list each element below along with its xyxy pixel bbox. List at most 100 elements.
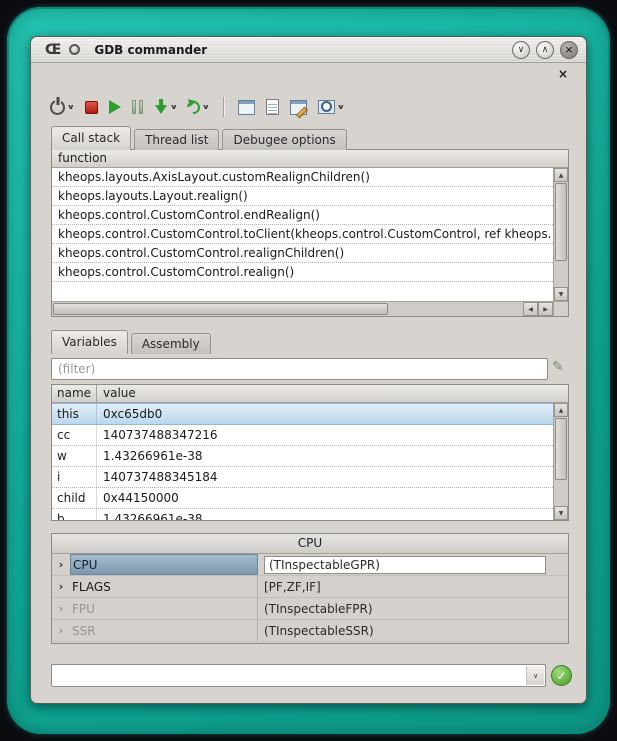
callstack-row[interactable]: kheops.control.CustomControl.realignChil… [52,244,553,263]
scrollbar-thumb[interactable] [53,303,388,315]
chevron-down-icon[interactable]: ∨ [170,103,178,111]
edit-commands-button[interactable] [289,95,308,119]
cpu-row-value: (TInspectableSSR) [258,620,568,641]
expander-icon[interactable]: › [52,576,70,597]
variable-name: w [52,446,97,466]
cpu-row-value: [PF,ZF,IF] [258,576,568,597]
filter-clear-icon[interactable]: ✎ [552,359,564,375]
cpu-row[interactable]: › CPU (TInspectableGPR) [52,554,568,576]
tab-assembly[interactable]: Assembly [131,333,211,354]
variable-name: this [52,404,97,424]
app-icon: Œ [45,42,61,58]
document-list-icon [266,99,279,115]
play-icon [109,100,121,114]
callstack-horizontal-scrollbar[interactable]: ◀ ▶ [52,301,553,316]
monitor-magnifier-icon [318,100,335,114]
minimize-button[interactable]: ∨ [512,41,530,59]
dock-close-icon[interactable]: × [558,68,568,80]
expander-icon[interactable]: › [52,598,70,619]
variable-value: 0x44150000 [97,488,553,508]
close-button[interactable]: × [560,41,578,59]
variable-value: 0xc65db0 [97,404,553,424]
chevron-down-icon[interactable]: ∨ [337,103,345,111]
power-icon [50,100,65,115]
screen: Œ GDB commander ∨ ∧ × × ∨ [0,0,617,741]
titlebar-buttons: ∨ ∧ × [512,41,578,59]
variables-tabbar: Variables Assembly [51,330,214,354]
cpu-row-name[interactable]: CPU [70,554,258,575]
filter-input[interactable] [51,358,548,380]
variable-row[interactable]: child 0x44150000 [52,488,553,509]
variable-row[interactable]: w 1.43266961e-38 [52,446,553,467]
cpu-row[interactable]: › FPU (TInspectableFPR) [52,598,568,620]
command-combobox[interactable]: ∨ [51,664,546,687]
scrollbar-thumb[interactable] [555,183,567,261]
callstack-row[interactable]: kheops.control.CustomControl.endRealign(… [52,206,553,225]
cpu-value-field[interactable]: (TInspectableGPR) [264,556,546,574]
cpu-row-value[interactable]: (TInspectableGPR) [258,554,568,575]
variable-name: b [52,509,97,520]
cpu-row[interactable]: › FLAGS [PF,ZF,IF] [52,576,568,598]
callstack-vertical-scrollbar[interactable]: ▲ ▼ [553,168,568,301]
variables-rows: this 0xc65db0 cc 140737488347216 w 1.432… [52,403,553,520]
call-stack-panel: function kheops.layouts.AxisLayout.custo… [51,149,569,317]
expander-icon[interactable]: › [52,554,70,575]
power-button[interactable]: ∨ [49,95,75,119]
variable-value: 1.43266961e-38 [97,509,553,520]
variable-row[interactable]: b 1.43266961e-38 [52,509,553,520]
callstack-column-header[interactable]: function [52,150,568,168]
scroll-up-icon[interactable]: ▲ [554,403,568,417]
variables-header: name value [52,385,568,403]
callstack-row[interactable]: kheops.layouts.AxisLayout.customRealignC… [52,168,553,187]
pin-icon[interactable] [69,44,80,55]
scroll-down-icon[interactable]: ▼ [554,506,568,520]
scroll-up-icon[interactable]: ▲ [554,168,568,182]
inspect-button[interactable]: ∨ [317,95,345,119]
window-title: GDB commander [94,43,207,57]
cpu-row-name[interactable]: SSR [70,620,258,641]
chevron-down-icon[interactable]: ∨ [67,103,75,111]
titlebar[interactable]: Œ GDB commander ∨ ∧ × [31,37,586,63]
tab-variables[interactable]: Variables [51,330,128,354]
callstack-row[interactable]: kheops.control.CustomControl.toClient(kh… [52,225,553,244]
step-button[interactable]: ∨ [153,95,178,119]
callstack-row[interactable]: kheops.layouts.Layout.realign() [52,187,553,206]
scroll-right-icon[interactable]: ▶ [538,302,553,316]
tab-thread-list[interactable]: Thread list [134,129,219,150]
combo-dropdown-icon[interactable]: ∨ [526,666,544,685]
scroll-down-icon[interactable]: ▼ [554,287,568,301]
command-input[interactable] [51,664,546,687]
scrollbar-thumb[interactable] [555,418,567,480]
column-header-value[interactable]: value [97,385,568,402]
variable-name: cc [52,425,97,445]
maximize-button[interactable]: ∧ [536,41,554,59]
chevron-down-icon[interactable]: ∨ [202,103,210,111]
output-button[interactable] [265,95,280,119]
stop-button[interactable] [84,95,99,119]
toolbar-separator [223,97,224,117]
cpu-row-name[interactable]: FPU [70,598,258,619]
callstack-row[interactable]: kheops.control.CustomControl.realign() [52,263,553,282]
scroll-left-icon[interactable]: ◀ [523,302,538,316]
tab-call-stack[interactable]: Call stack [51,126,131,150]
frames-window-button[interactable] [237,95,256,119]
tab-debugee-options[interactable]: Debugee options [222,129,346,150]
cpu-row-name[interactable]: FLAGS [70,576,258,597]
column-header-name[interactable]: name [52,385,97,402]
expander-icon[interactable]: › [52,620,70,641]
step-into-icon [154,99,168,115]
cpu-row[interactable]: › SSR (TInspectableSSR) [52,620,568,642]
run-button[interactable] [108,95,122,119]
variables-vertical-scrollbar[interactable]: ▲ ▼ [553,403,568,520]
stop-icon [85,101,98,114]
variable-row[interactable]: i 140737488345184 [52,467,553,488]
variable-name: child [52,488,97,508]
pause-button[interactable] [131,95,144,119]
variable-row[interactable]: cc 140737488347216 [52,425,553,446]
cpu-panel-title: CPU [52,534,568,554]
continue-button[interactable]: ∨ [186,95,210,119]
gdb-commander-window: Œ GDB commander ∨ ∧ × × ∨ [30,36,587,704]
send-command-button[interactable]: ✓ [551,665,572,686]
variable-row[interactable]: this 0xc65db0 [52,403,553,425]
cpu-row-value: (TInspectableFPR) [258,598,568,619]
